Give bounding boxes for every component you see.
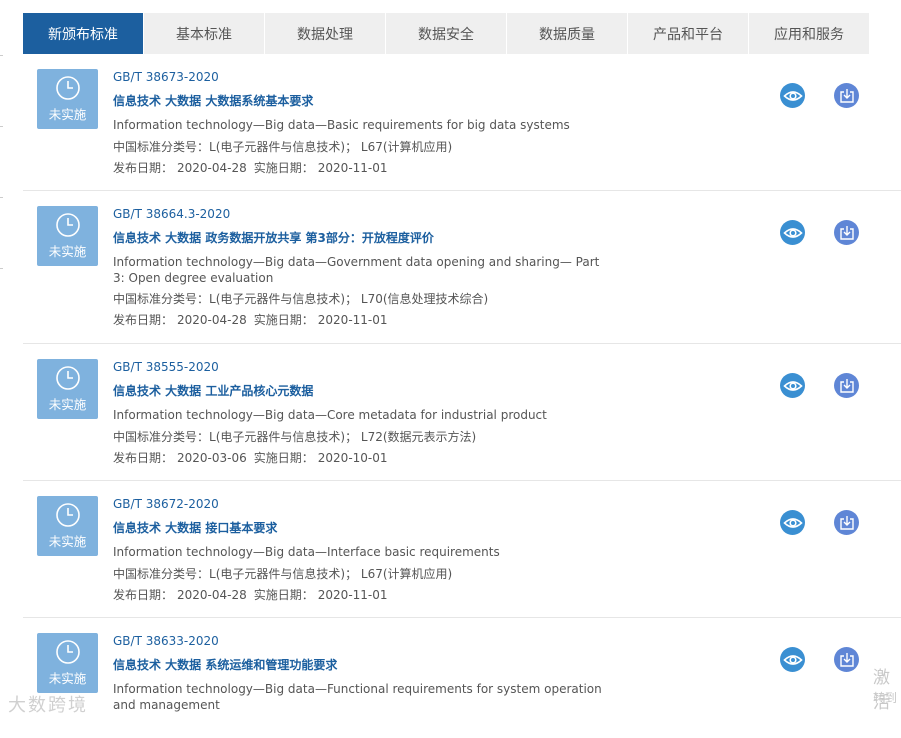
classification-value: L(电子元器件与信息技术)； L72(数据元表示方法) — [209, 429, 477, 444]
status-badge: 未实施 — [37, 496, 98, 556]
publish-date-label: 发布日期： — [113, 313, 174, 327]
clock-icon — [55, 213, 80, 237]
standard-item: 未实施 GB/T 38672-2020 信息技术 大数据 接口基本要求 Info… — [23, 481, 901, 618]
standard-item: 未实施 GB/T 38555-2020 信息技术 大数据 工业产品核心元数据 I… — [23, 344, 901, 481]
view-button[interactable] — [780, 647, 805, 672]
standard-title[interactable]: 信息技术 大数据 工业产品核心元数据 — [113, 384, 613, 399]
dates-row: 发布日期： 2020-04-28 实施日期： 2020-11-01 — [113, 588, 613, 603]
tab-new-standards[interactable]: 新颁布标准 — [23, 13, 143, 54]
download-button[interactable] — [834, 220, 859, 245]
activation-overlay-line2: 转到 — [873, 691, 898, 705]
status-badge: 未实施 — [37, 206, 98, 266]
standard-code[interactable]: GB/T 38555-2020 — [113, 360, 613, 375]
tab-data-security[interactable]: 数据安全 — [386, 13, 506, 54]
implement-date-label: 实施日期： — [253, 450, 314, 465]
classification-label: 中国标准分类号： — [113, 566, 210, 581]
publish-date-label: 发布日期： — [113, 450, 174, 465]
dates-row: 发布日期： 2020-03-06 实施日期： 2020-10-01 — [113, 451, 613, 466]
category-tabs: 新颁布标准 基本标准 数据处理 数据安全 数据质量 产品和平台 应用和服务 — [23, 13, 870, 54]
classification-row: 中国标准分类号：L(电子元器件与信息技术)； L70(信息处理技术综合) — [113, 292, 613, 307]
standards-list: 未实施 GB/T 38673-2020 信息技术 大数据 大数据系统基本要求 I… — [23, 54, 901, 738]
clock-icon — [55, 503, 80, 527]
publish-date-value: 2020-04-28 — [177, 587, 247, 602]
eye-icon — [782, 654, 803, 665]
classification-row: 中国标准分类号：L(电子元器件与信息技术)； L67(计算机应用) — [113, 567, 613, 582]
download-icon — [839, 515, 854, 530]
standard-title[interactable]: 信息技术 大数据 系统运维和管理功能要求 — [113, 658, 613, 673]
implement-date-label: 实施日期： — [253, 160, 314, 175]
clock-icon — [55, 640, 80, 664]
left-edge-marks — [0, 55, 4, 339]
standard-title-en: Information technology—Big data—Core met… — [113, 408, 547, 422]
clock-icon — [55, 76, 80, 100]
standard-code[interactable]: GB/T 38673-2020 — [113, 70, 613, 85]
tab-applications-services[interactable]: 应用和服务 — [749, 13, 869, 54]
standard-title[interactable]: 信息技术 大数据 政务数据开放共享 第3部分：开放程度评价 — [113, 231, 613, 246]
standard-code[interactable]: GB/T 38664.3-2020 — [113, 207, 613, 222]
download-button[interactable] — [834, 647, 859, 672]
standard-title[interactable]: 信息技术 大数据 接口基本要求 — [113, 521, 613, 536]
classification-label: 中国标准分类号： — [113, 429, 210, 444]
view-button[interactable] — [780, 510, 805, 535]
classification-value: L(电子元器件与信息技术)； L70(信息处理技术综合) — [209, 292, 489, 306]
implement-date-label: 实施日期： — [253, 587, 314, 602]
eye-icon — [782, 517, 803, 528]
publish-date-label: 发布日期： — [113, 587, 174, 602]
implement-date-value: 2020-11-01 — [317, 313, 388, 327]
download-button[interactable] — [834, 83, 859, 108]
download-button[interactable] — [834, 510, 859, 535]
download-icon — [839, 225, 854, 240]
publish-date-label: 发布日期： — [113, 160, 174, 175]
implement-date-value: 2020-11-01 — [317, 587, 388, 602]
publish-date-value: 2020-03-06 — [177, 450, 247, 465]
view-button[interactable] — [780, 83, 805, 108]
eye-icon — [782, 380, 803, 391]
download-icon — [839, 378, 854, 393]
standard-item: 未实施 GB/T 38673-2020 信息技术 大数据 大数据系统基本要求 I… — [23, 54, 901, 191]
standard-title-en: Information technology—Big data—Governme… — [113, 255, 600, 285]
tab-basic-standards[interactable]: 基本标准 — [144, 13, 264, 54]
dates-row: 发布日期： 2020-04-28 实施日期： 2020-11-01 — [113, 313, 613, 328]
status-label: 未实施 — [48, 671, 87, 686]
download-icon — [839, 652, 854, 667]
status-label: 未实施 — [48, 397, 87, 412]
download-button[interactable] — [834, 373, 859, 398]
classification-label: 中国标准分类号： — [113, 139, 210, 154]
status-badge: 未实施 — [37, 633, 98, 693]
tab-data-quality[interactable]: 数据质量 — [507, 13, 627, 54]
status-label: 未实施 — [48, 107, 87, 122]
standard-title-en: Information technology—Big data—Basic re… — [113, 118, 570, 132]
download-icon — [839, 88, 854, 103]
view-button[interactable] — [780, 373, 805, 398]
publish-date-value: 2020-04-28 — [177, 160, 247, 175]
classification-label: 中国标准分类号： — [113, 292, 210, 306]
standard-title[interactable]: 信息技术 大数据 大数据系统基本要求 — [113, 94, 613, 109]
implement-date-value: 2020-11-01 — [317, 160, 388, 175]
classification-value: L(电子元器件与信息技术)； L67(计算机应用) — [209, 139, 453, 154]
standard-item: 未实施 GB/T 38664.3-2020 信息技术 大数据 政务数据开放共享 … — [23, 191, 901, 344]
classification-row: 中国标准分类号：L(电子元器件与信息技术)； L67(计算机应用) — [113, 140, 613, 155]
standard-code[interactable]: GB/T 38633-2020 — [113, 634, 613, 649]
status-label: 未实施 — [48, 244, 87, 259]
tab-products-platforms[interactable]: 产品和平台 — [628, 13, 748, 54]
standard-code[interactable]: GB/T 38672-2020 — [113, 497, 613, 512]
status-badge: 未实施 — [37, 359, 98, 419]
clock-icon — [55, 366, 80, 390]
eye-icon — [782, 90, 803, 101]
watermark: 大数跨境 — [8, 695, 88, 716]
implement-date-label: 实施日期： — [253, 313, 314, 327]
tab-data-processing[interactable]: 数据处理 — [265, 13, 385, 54]
standard-item: 未实施 GB/T 38633-2020 信息技术 大数据 系统运维和管理功能要求… — [23, 618, 901, 738]
eye-icon — [782, 227, 803, 238]
classification-row: 中国标准分类号：L(电子元器件与信息技术)； L72(数据元表示方法) — [113, 430, 613, 445]
dates-row: 发布日期： 2020-04-28 实施日期： 2020-11-01 — [113, 161, 613, 176]
status-badge: 未实施 — [37, 69, 98, 129]
implement-date-value: 2020-10-01 — [317, 450, 388, 465]
standard-title-en: Information technology—Big data—Interfac… — [113, 545, 500, 559]
publish-date-value: 2020-04-28 — [177, 313, 247, 327]
status-label: 未实施 — [48, 534, 87, 549]
classification-value: L(电子元器件与信息技术)； L67(计算机应用) — [209, 566, 453, 581]
standard-title-en: Information technology—Big data—Function… — [113, 682, 602, 712]
view-button[interactable] — [780, 220, 805, 245]
